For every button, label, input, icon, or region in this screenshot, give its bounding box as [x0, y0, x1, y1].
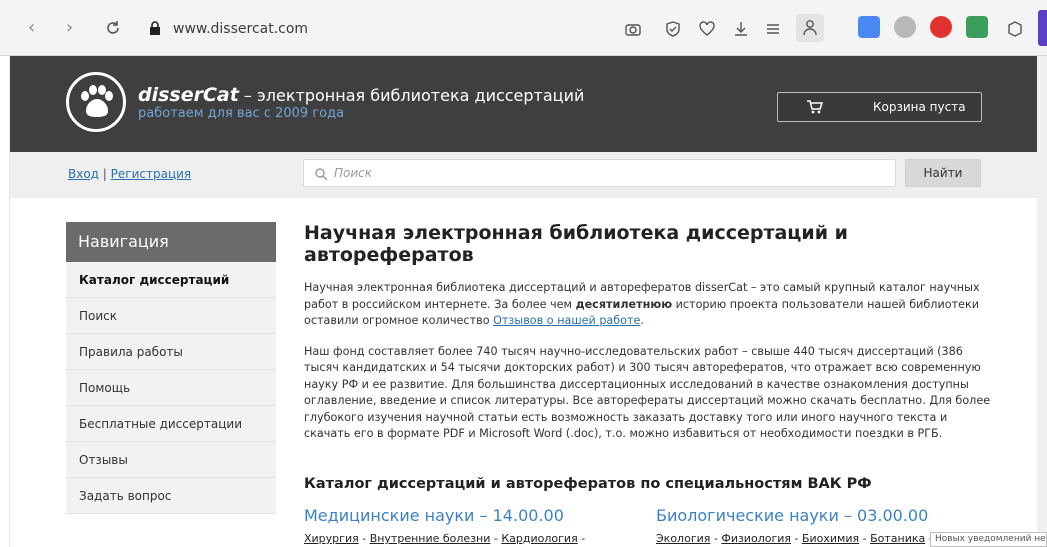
- sidebar-item-catalog[interactable]: Каталог диссертаций: [66, 262, 276, 298]
- translate-extension-icon[interactable]: [858, 16, 880, 38]
- subcategory-link[interactable]: Физиология: [721, 532, 791, 545]
- account-button[interactable]: [796, 14, 824, 42]
- catalog-title: Каталог диссертаций и авторефератов по с…: [304, 476, 872, 492]
- cart-icon: [807, 100, 824, 114]
- site-header: disserCat – электронная библиотека диссе…: [10, 56, 1037, 152]
- page-title: Научная электронная библиотека диссертац…: [304, 222, 848, 266]
- search-button[interactable]: Найти: [905, 159, 981, 187]
- medicine-subcategories: Хирургия - Внутренние болезни - Кардиоло…: [304, 532, 585, 545]
- scrollbar[interactable]: [1037, 56, 1047, 547]
- reviews-link[interactable]: Отзывов о нашей работе: [493, 314, 640, 327]
- brand-subtitle: работаем для вас с 2009 года: [138, 106, 345, 121]
- url-field[interactable]: www.dissercat.com: [173, 21, 308, 37]
- subcategory-link[interactable]: Внутренние болезни: [370, 532, 491, 545]
- back-icon[interactable]: ‹: [28, 18, 35, 38]
- category-medicine-link[interactable]: Медицинские науки – 14.00.00: [304, 506, 564, 525]
- link-separator: -: [577, 532, 586, 545]
- shield-check-icon[interactable]: [664, 20, 682, 38]
- auth-links: Вход | Регистрация: [68, 167, 191, 181]
- link-separator: -: [490, 532, 502, 545]
- search-placeholder: Поиск: [334, 166, 373, 180]
- browser-toolbar: ‹ › www.dissercat.com: [0, 0, 1047, 56]
- fund-paragraph: Наш фонд составляет более 740 тысяч науч…: [304, 344, 991, 441]
- site-title[interactable]: disserCat – электронная библиотека диссе…: [138, 84, 584, 106]
- intro-text-end: .: [640, 314, 644, 327]
- subcategory-link[interactable]: Экология: [656, 532, 710, 545]
- box-extension-icon[interactable]: [1006, 20, 1024, 38]
- link-separator: -: [791, 532, 802, 545]
- profile-strip[interactable]: [1038, 10, 1047, 46]
- search-row: Вход | Регистрация Поиск Найти: [10, 152, 1037, 198]
- sidebar-item-reviews[interactable]: Отзывы: [66, 442, 276, 478]
- category-biology-link[interactable]: Биологические науки – 03.00.00: [656, 506, 928, 525]
- sidebar-nav: Навигация Каталог диссертаций Поиск Прав…: [66, 222, 276, 514]
- user-icon: [803, 20, 817, 36]
- subcategory-link[interactable]: Хирургия: [304, 532, 359, 545]
- brand-name: disserCat: [138, 84, 239, 106]
- main-content: Научная электронная библиотека диссертац…: [304, 222, 994, 443]
- biology-subcategories: Экология - Физиология - Биохимия - Ботан…: [656, 532, 933, 545]
- subcategory-link[interactable]: Ботаника: [870, 532, 925, 545]
- search-input[interactable]: Поиск: [303, 159, 896, 187]
- adblock-extension-icon[interactable]: [930, 16, 952, 38]
- login-link[interactable]: Вход: [68, 167, 99, 181]
- sidebar-title: Навигация: [66, 222, 276, 262]
- puzzle-extension-icon[interactable]: [966, 16, 988, 38]
- subcategory-link[interactable]: Кардиология: [501, 532, 577, 545]
- search-icon: [315, 168, 328, 181]
- sidebar-item-free[interactable]: Бесплатные диссертации: [66, 406, 276, 442]
- paw-logo-icon[interactable]: [66, 72, 126, 132]
- sidebar-item-rules[interactable]: Правила работы: [66, 334, 276, 370]
- intro-bold: десятилетнюю: [575, 297, 673, 311]
- camera-icon[interactable]: [624, 20, 642, 38]
- link-separator: -: [358, 532, 370, 545]
- link-separator: -: [710, 532, 722, 545]
- sidebar-item-help[interactable]: Помощь: [66, 370, 276, 406]
- auth-separator: |: [98, 167, 111, 181]
- globe-extension-icon[interactable]: [894, 16, 916, 38]
- reload-icon[interactable]: [104, 19, 122, 37]
- sidebar-item-ask[interactable]: Задать вопрос: [66, 478, 276, 514]
- cart-button[interactable]: Корзина пуста: [777, 92, 982, 122]
- heart-icon[interactable]: [698, 20, 716, 38]
- sidebar-item-search[interactable]: Поиск: [66, 298, 276, 334]
- brand-tagline: – электронная библиотека диссертаций: [238, 86, 585, 105]
- link-separator: -: [859, 532, 871, 545]
- intro-paragraph: Научная электронная библиотека диссертац…: [304, 280, 994, 330]
- forward-icon[interactable]: ›: [66, 18, 73, 38]
- subcategory-link[interactable]: Биохимия: [802, 532, 859, 545]
- lock-icon[interactable]: [148, 21, 162, 35]
- download-icon[interactable]: [732, 20, 750, 38]
- register-link[interactable]: Регистрация: [111, 167, 191, 181]
- settings-sliders-icon[interactable]: [764, 20, 782, 38]
- notification-toast[interactable]: Новых уведомлений не: [930, 532, 1047, 547]
- page-left-edge: [0, 56, 10, 547]
- cart-label: Корзина пуста: [873, 100, 966, 114]
